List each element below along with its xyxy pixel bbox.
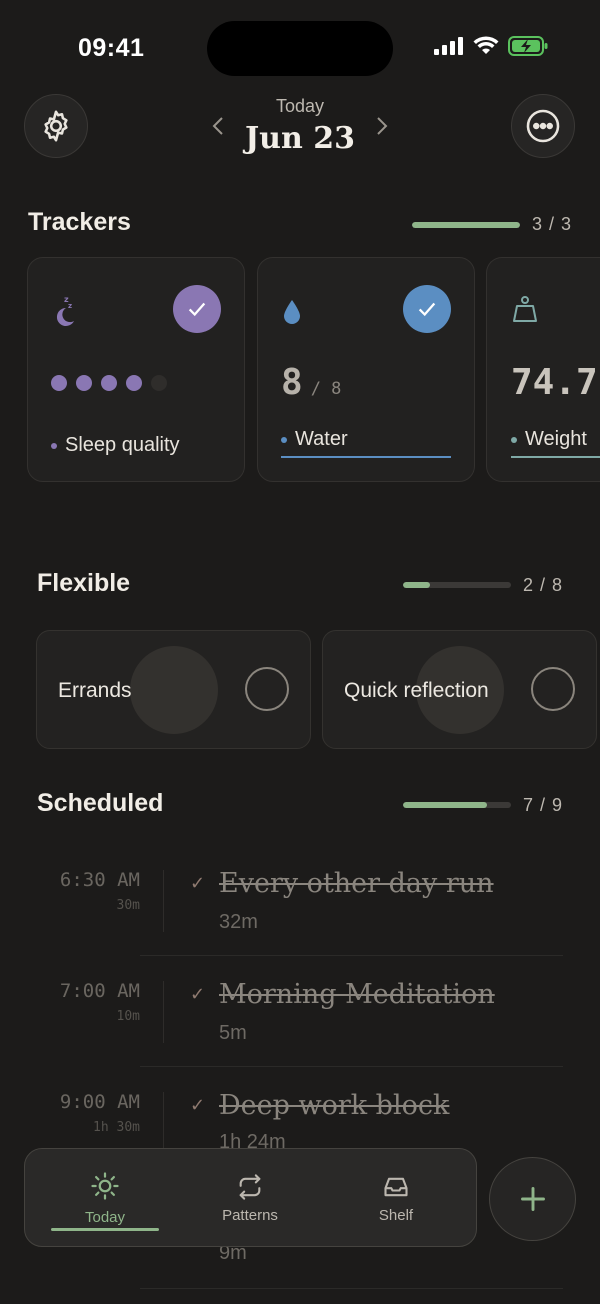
rating-dot[interactable] — [126, 375, 142, 391]
tab-bar: Today Patterns Shelf — [24, 1148, 477, 1247]
sleep-rating[interactable] — [51, 375, 167, 391]
divider — [140, 955, 563, 956]
scheduled-item[interactable]: 7:00 AM 10m ✓ Morning Meditation 5m — [0, 971, 600, 1081]
scheduled-actual-duration: 5m — [219, 1022, 247, 1044]
moon-sleep-icon: zz — [56, 295, 74, 326]
scheduled-time: 7:00 AM — [59, 980, 140, 1002]
water-dot — [281, 436, 287, 443]
cellular-signal-icon — [434, 37, 463, 55]
more-options-button[interactable] — [511, 94, 575, 158]
next-day-icon[interactable] — [369, 114, 393, 138]
tab-shelf[interactable]: Shelf — [341, 1149, 451, 1248]
timeline-line — [163, 981, 164, 1043]
sleep-label-text: Sleep quality — [65, 434, 180, 456]
water-value: 8 — [281, 362, 303, 403]
press-highlight — [130, 646, 218, 734]
weight-label-text: Weight — [525, 428, 587, 450]
trackers-progress-bar — [412, 222, 520, 228]
scheduled-progress-bar — [403, 802, 511, 808]
scheduled-progress-fill — [403, 802, 488, 808]
active-tab-indicator — [51, 1228, 159, 1231]
trackers-progress-fill — [412, 222, 520, 228]
tab-today[interactable]: Today — [51, 1149, 159, 1248]
checkmark-icon — [188, 302, 206, 317]
divider — [140, 1066, 563, 1067]
trackers-count: 3 / 3 — [532, 214, 573, 234]
flexible-item-errands[interactable]: Errands — [36, 630, 311, 749]
flexible-item-quick-reflection[interactable]: Quick reflection — [322, 630, 597, 749]
scheduled-planned-duration: 1h 30m — [93, 1120, 140, 1135]
scheduled-time: 9:00 AM — [59, 1091, 140, 1113]
weight-icon — [513, 296, 537, 322]
repeat-icon — [239, 1174, 261, 1200]
rating-dot[interactable] — [76, 375, 92, 391]
add-button[interactable] — [489, 1157, 576, 1241]
weight-underline — [511, 456, 600, 458]
rating-dot[interactable] — [51, 375, 67, 391]
rating-dot[interactable] — [151, 375, 167, 391]
scheduled-count: 7 / 9 — [523, 795, 564, 815]
flexible-item-label: Errands — [58, 679, 132, 702]
flexible-progress-bar — [403, 582, 511, 588]
date-day-label: Today — [275, 96, 325, 116]
water-underline — [281, 456, 451, 458]
water-target: / 8 — [310, 379, 342, 399]
sleep-checked-button[interactable] — [173, 285, 221, 333]
status-time: 09:41 — [78, 34, 145, 62]
water-value-group: 8 / 8 — [281, 362, 341, 403]
flexible-progress-fill — [403, 582, 430, 588]
done-check-icon: ✓ — [190, 1095, 206, 1115]
checkmark-icon — [418, 302, 436, 317]
complete-toggle[interactable] — [531, 667, 575, 711]
scheduled-time: 6:30 AM — [59, 869, 140, 891]
flexible-item-label: Quick reflection — [344, 679, 489, 702]
tab-patterns[interactable]: Patterns — [195, 1149, 305, 1248]
divider — [140, 1288, 563, 1289]
water-label-text: Water — [295, 428, 348, 450]
sleep-label: Sleep quality — [51, 434, 180, 457]
flexible-title: Flexible — [37, 569, 131, 597]
scheduled-item[interactable]: 6:30 AM 30m ✓ Every other day run 32m — [0, 860, 600, 970]
inbox-tray-icon — [384, 1177, 408, 1197]
water-label: Water — [281, 428, 348, 451]
tab-label: Today — [84, 1209, 126, 1226]
rating-dot[interactable] — [101, 375, 117, 391]
svg-text:z: z — [68, 302, 72, 310]
tracker-card-water[interactable]: 8 / 8 Water — [257, 257, 475, 482]
tab-label: Patterns — [222, 1207, 278, 1224]
wifi-icon — [473, 36, 499, 54]
timeline-line — [163, 1092, 164, 1154]
date-title[interactable]: Jun 23 — [0, 121, 600, 156]
tracker-card-sleep[interactable]: zz Sleep quality — [27, 257, 245, 482]
sun-icon — [91, 1172, 119, 1200]
water-checked-button[interactable] — [403, 285, 451, 333]
flexible-count: 2 / 8 — [523, 575, 564, 595]
battery-charging-icon — [508, 36, 548, 56]
complete-toggle[interactable] — [245, 667, 289, 711]
trackers-title: Trackers — [28, 208, 131, 236]
scheduled-title: Scheduled — [37, 789, 164, 817]
ellipsis-circle-icon — [526, 109, 560, 143]
scheduled-planned-duration: 10m — [116, 1009, 140, 1024]
scheduled-title-text: Every other day run — [219, 868, 494, 899]
weight-dot — [511, 436, 517, 443]
done-check-icon: ✓ — [190, 984, 206, 1004]
scheduled-title-text: Morning Meditation — [219, 979, 495, 1010]
scheduled-actual-duration: 32m — [219, 911, 258, 933]
water-drop-icon — [284, 300, 300, 324]
scheduled-title-text: Deep work block — [219, 1090, 450, 1121]
timeline-line — [163, 870, 164, 932]
tracker-card-weight[interactable]: 74.7 Weight — [486, 257, 600, 482]
dynamic-island — [207, 21, 393, 76]
status-icons — [434, 36, 548, 56]
weight-label: Weight — [511, 428, 587, 451]
done-check-icon: ✓ — [190, 873, 206, 893]
plus-icon — [520, 1187, 545, 1211]
scheduled-planned-duration: 30m — [116, 898, 140, 913]
tab-label: Shelf — [378, 1207, 414, 1224]
sleep-dot — [51, 442, 57, 449]
weight-value: 74.7 — [511, 362, 598, 403]
